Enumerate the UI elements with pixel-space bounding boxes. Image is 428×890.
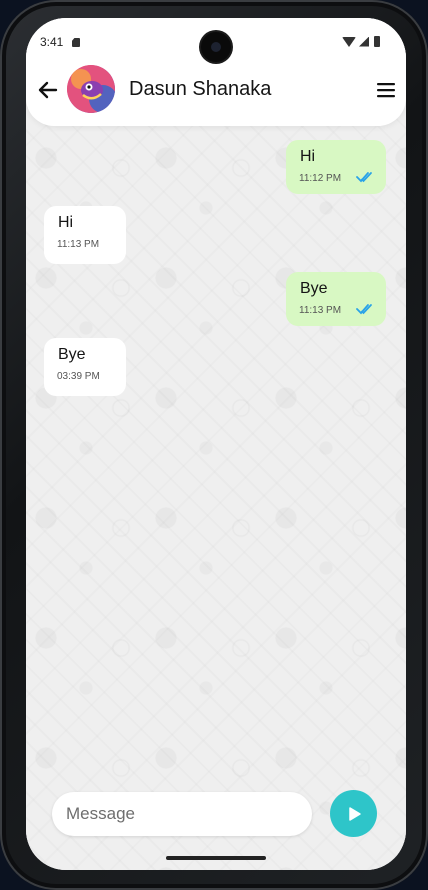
message-bubble-incoming[interactable]: Bye 03:39 PM (44, 338, 126, 396)
double-check-icon (356, 304, 372, 315)
phone-frame: Dasun Shanaka 3:41 Hi 11:12 PM Hi 11:13 … (0, 0, 428, 890)
message-text: Bye (58, 346, 86, 363)
battery-icon (374, 36, 380, 47)
message-text: Hi (58, 214, 74, 231)
message-time: 11:13 PM (57, 239, 100, 250)
play-send-icon (348, 806, 361, 821)
double-check-icon (356, 172, 372, 183)
send-button[interactable] (330, 790, 377, 837)
message-text: Bye (300, 280, 328, 297)
back-button[interactable] (34, 76, 62, 104)
hamburger-menu-icon (377, 83, 395, 98)
message-bubble-incoming[interactable]: Hi 11:13 PM (44, 206, 126, 264)
front-camera (201, 32, 231, 62)
message-bubble-outgoing[interactable]: Bye 11:13 PM (286, 272, 386, 326)
menu-button[interactable] (374, 78, 398, 102)
message-time: 03:39 PM (57, 371, 100, 382)
message-bubble-outgoing[interactable]: Hi 11:12 PM (286, 140, 386, 194)
status-bar: 3:41 (26, 18, 406, 66)
status-time: 3:41 (40, 35, 64, 49)
signal-icon (359, 36, 369, 47)
message-input[interactable] (52, 792, 312, 836)
avatar-image (67, 65, 115, 113)
arrow-left-icon (38, 81, 58, 99)
status-icons (342, 36, 380, 47)
contact-name[interactable]: Dasun Shanaka (129, 78, 271, 101)
phone-screen: Dasun Shanaka 3:41 Hi 11:12 PM Hi 11:13 … (26, 18, 406, 870)
message-text: Hi (300, 148, 316, 165)
home-indicator[interactable] (166, 856, 266, 860)
sd-card-icon (72, 38, 80, 47)
message-time: 11:12 PM (299, 173, 342, 184)
wifi-icon (342, 36, 356, 47)
contact-avatar[interactable] (67, 65, 115, 113)
message-time: 11:13 PM (299, 305, 342, 316)
